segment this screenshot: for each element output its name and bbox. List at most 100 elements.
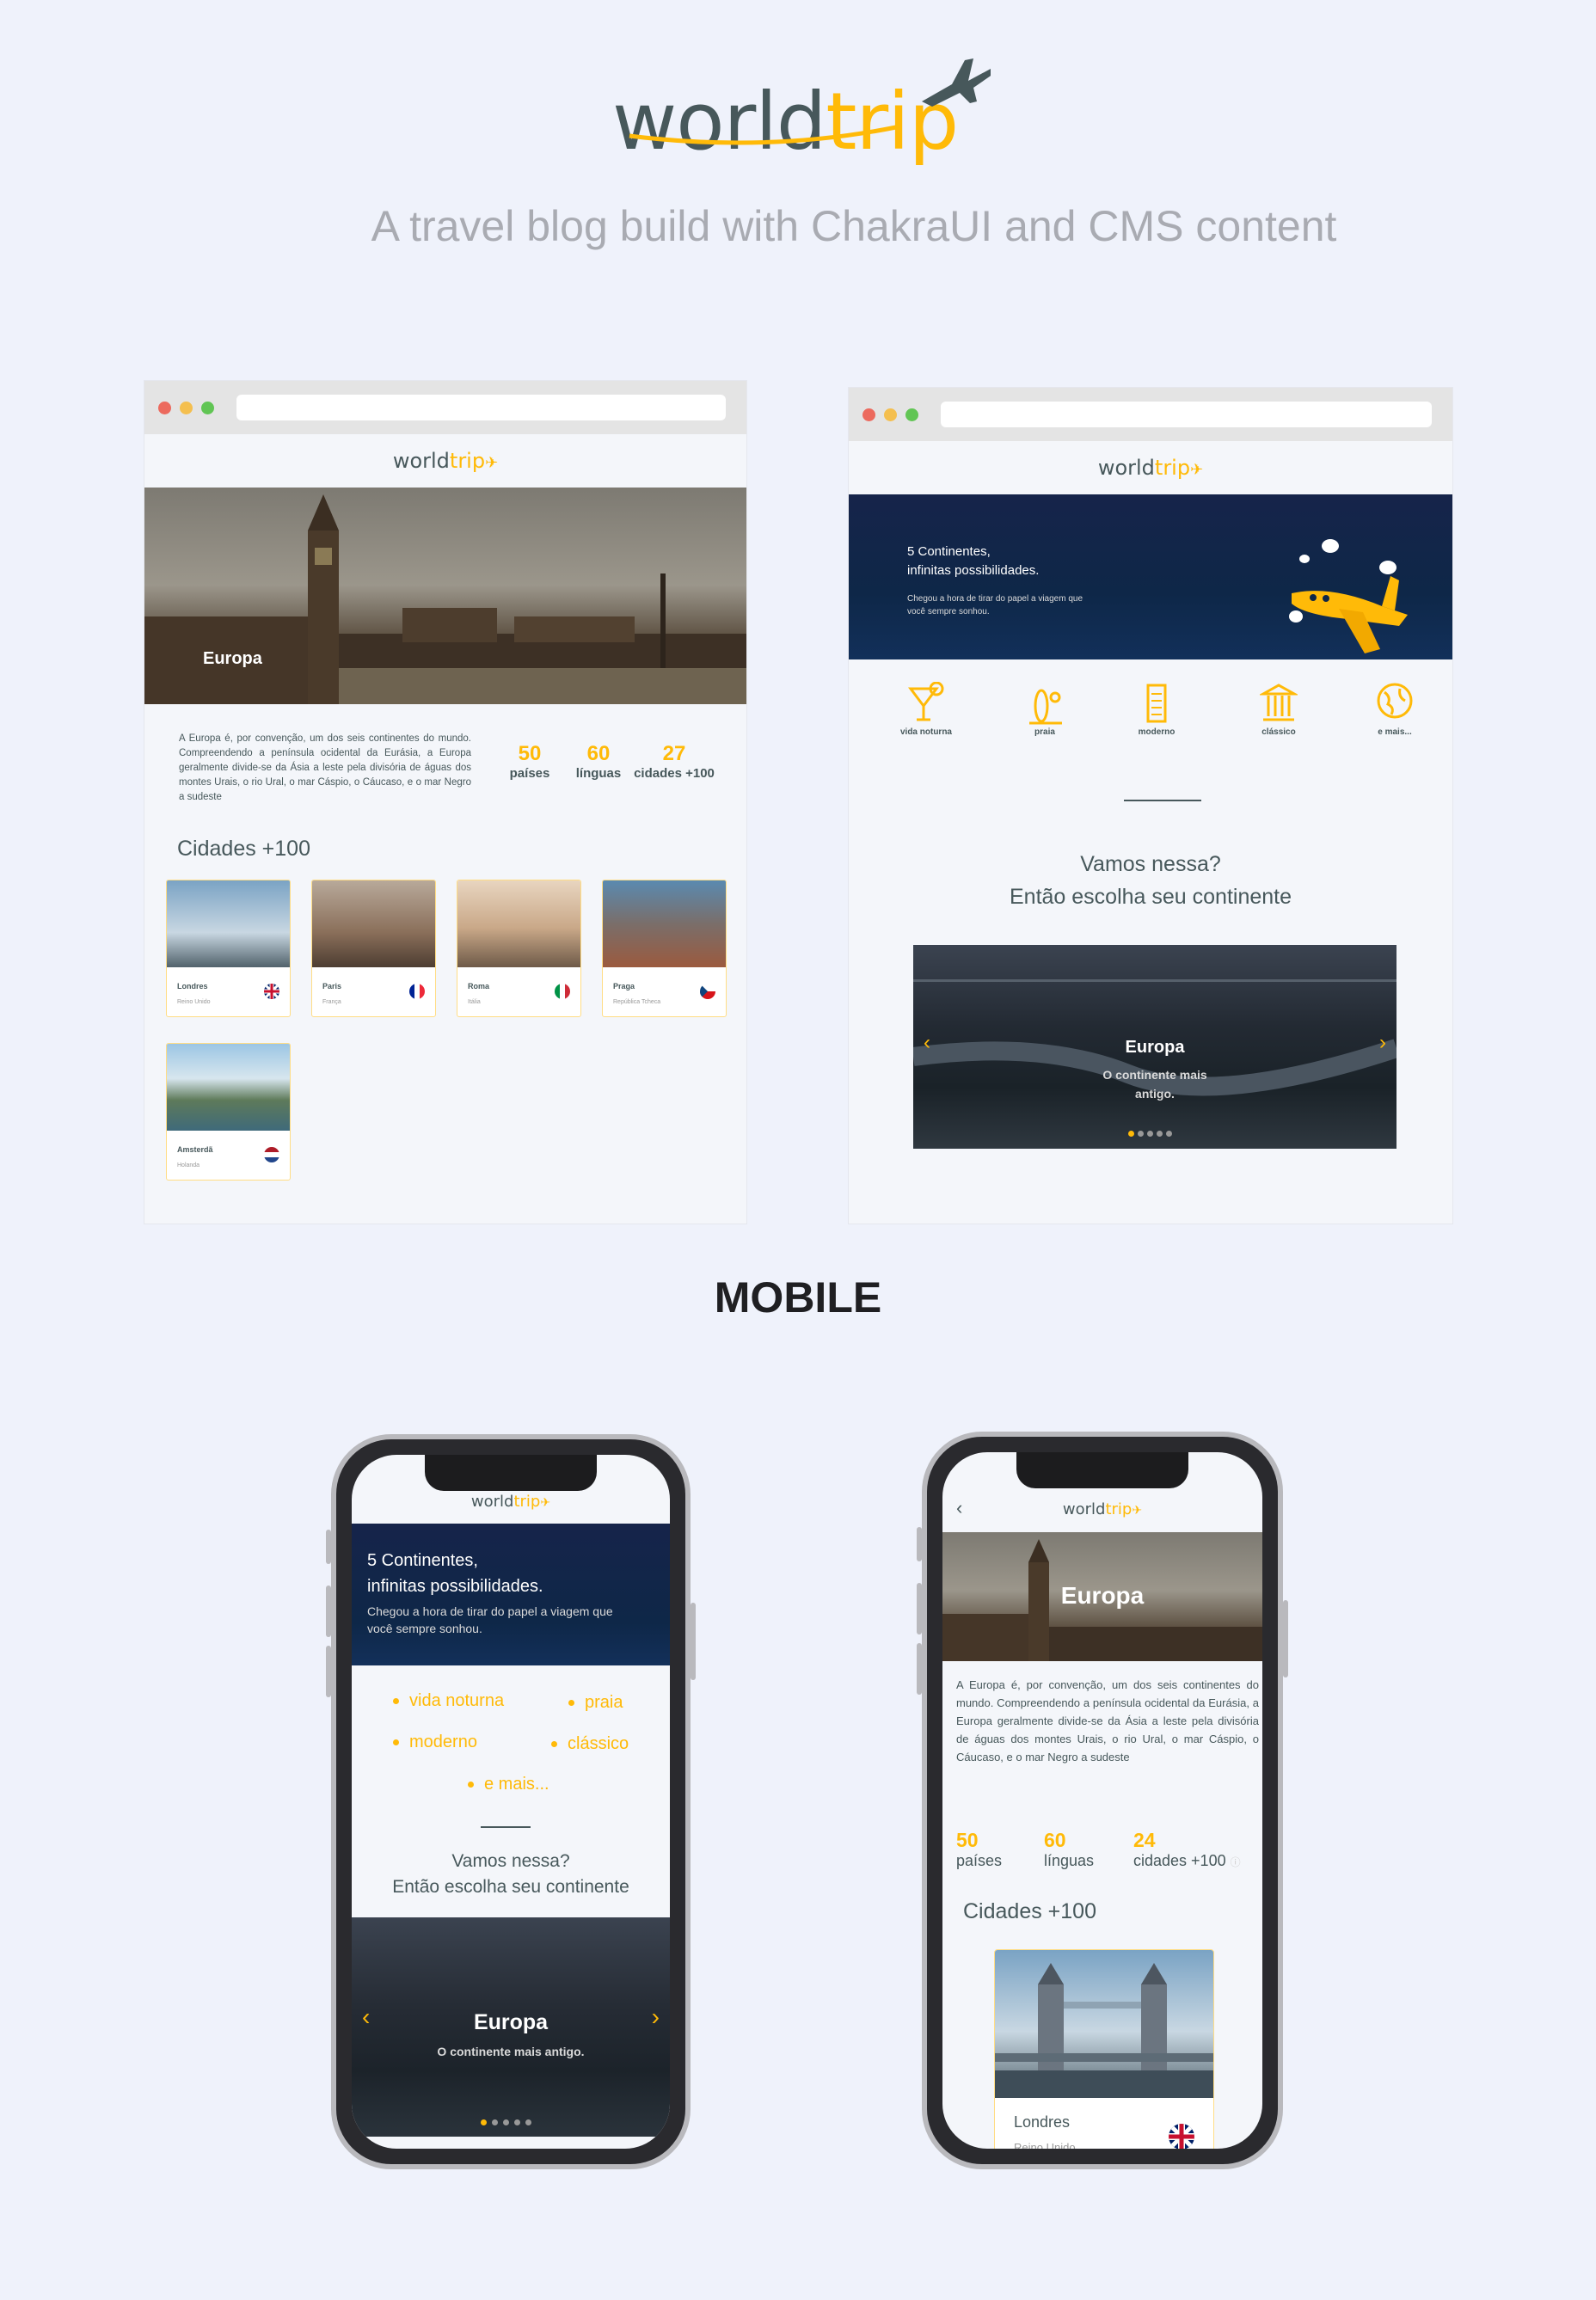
divider (481, 1826, 531, 1828)
city-card-roma[interactable]: Roma Itália (457, 880, 581, 1017)
phone-home: worldtrip✈ 5 Continentes, infinitas poss… (326, 1434, 696, 2169)
slider-pagination (1128, 1131, 1172, 1137)
site-logo[interactable]: worldtrip✈ (849, 441, 1452, 494)
site-logo[interactable]: worldtrip✈ (144, 434, 746, 488)
stat-cities: 24 cidades +100 ⓘ (1133, 1829, 1241, 1869)
slider-pagination (481, 2119, 531, 2125)
city-name: Praga (613, 982, 635, 991)
maximize-dot-icon[interactable] (201, 401, 214, 414)
side-button (326, 1585, 331, 1637)
continent-hero: Europa (942, 1532, 1262, 1661)
city-card-londres[interactable]: Londres Reino Unido (994, 1949, 1214, 2149)
category-modern[interactable]: moderno (1118, 682, 1195, 737)
pagination-dot[interactable] (525, 2119, 531, 2125)
info-icon[interactable]: ⓘ (1231, 1856, 1241, 1868)
city-card-paris[interactable]: Paris França (311, 880, 436, 1017)
cta-heading: Vamos nessa? Então escolha seu continent… (1009, 852, 1292, 909)
museum-icon (1258, 684, 1299, 721)
city-image (167, 1044, 290, 1131)
tower-bridge-illustration (995, 1963, 1213, 2098)
phone-screen: ‹ worldtrip✈ Europa A Europa é, por conv… (942, 1452, 1262, 2149)
hero-title: Europa (203, 649, 262, 668)
phone-continent: ‹ worldtrip✈ Europa A Europa é, por conv… (917, 1432, 1288, 2169)
pagination-dot[interactable] (503, 2119, 509, 2125)
category-more[interactable]: e mais... (1356, 682, 1433, 737)
city-country: Holanda (177, 1162, 200, 1168)
airplane-icon: ✈ (1190, 461, 1204, 479)
worldtrip-logo: worldtrip (612, 50, 991, 168)
pagination-dot[interactable] (1138, 1131, 1144, 1137)
category-classic[interactable]: clássico (1240, 682, 1317, 737)
uk-flag-icon (264, 984, 279, 999)
city-card-londres[interactable]: Londres Reino Unido (166, 880, 291, 1017)
surfboard-icon (1029, 689, 1062, 725)
category-nightlife[interactable]: vida noturna (887, 681, 965, 737)
minimize-dot-icon[interactable] (180, 401, 193, 414)
city-image (603, 880, 726, 967)
globe-icon (1377, 683, 1413, 719)
city-card-praga[interactable]: Praga República Tcheca (602, 880, 727, 1017)
category-beach[interactable]: praia (568, 1693, 623, 1713)
city-country: Itália (468, 999, 481, 1005)
address-bar[interactable] (236, 395, 726, 420)
continent-slider[interactable]: ‹ › Europa O continente mais antigo. (352, 1917, 670, 2137)
browser-toolbar (144, 381, 746, 434)
minimize-dot-icon[interactable] (884, 408, 897, 421)
city-country: França (322, 999, 341, 1005)
category-beach[interactable]: praia (1006, 682, 1083, 737)
side-button (917, 1527, 922, 1561)
site-logo[interactable]: worldtrip✈ (352, 1493, 670, 1511)
airplane-icon: ✈ (540, 1496, 551, 1510)
divider (1124, 800, 1201, 801)
pagination-dot[interactable] (492, 2119, 498, 2125)
airplane-icon (629, 58, 991, 145)
building-icon (1146, 684, 1167, 723)
city-name: Amsterdã (177, 1145, 213, 1154)
close-dot-icon[interactable] (158, 401, 171, 414)
airplane-icon: ✈ (485, 454, 499, 472)
home-banner: 5 Continentes, infinitas possibilidades.… (352, 1524, 670, 1665)
address-bar[interactable] (941, 402, 1432, 427)
pagination-dot[interactable] (481, 2119, 487, 2125)
france-flag-icon (409, 984, 425, 999)
tagline: A travel blog build with ChakraUI and CM… (371, 202, 1337, 250)
continent-slider[interactable]: ‹ › Europa O continente mais antigo. (913, 945, 1396, 1149)
continent-description: A Europa é, por convenção, um dos seis c… (179, 733, 471, 802)
category-more[interactable]: e mais... (468, 1775, 549, 1794)
phone-screen: worldtrip✈ 5 Continentes, infinitas poss… (352, 1455, 670, 2149)
pagination-dot[interactable] (1157, 1131, 1163, 1137)
airplane-icon: ✈ (1132, 1504, 1143, 1518)
stat-countries: 50 países (509, 742, 550, 781)
hero-title: Europa (1060, 1582, 1145, 1609)
cocktail-icon (908, 681, 944, 721)
site-logo[interactable]: worldtrip✈ (942, 1500, 1262, 1518)
city-card-amsterda[interactable]: Amsterdã Holanda (166, 1043, 291, 1181)
pagination-dot[interactable] (1128, 1131, 1134, 1137)
category-classic[interactable]: clássico (551, 1734, 629, 1754)
pagination-dot[interactable] (514, 2119, 520, 2125)
phone-notch (1016, 1452, 1188, 1488)
phone-notch (425, 1455, 597, 1491)
stat-countries: 50 países (956, 1829, 1003, 1869)
side-button (917, 1583, 922, 1635)
banner-title: 5 Continentes, infinitas possibilidades. (367, 1551, 543, 1596)
close-dot-icon[interactable] (862, 408, 875, 421)
pagination-dot[interactable] (1147, 1131, 1153, 1137)
cities-title: Cidades +100 (963, 1899, 1096, 1923)
city-image (457, 880, 580, 967)
city-image (167, 880, 290, 967)
banner-title: 5 Continentes, infinitas possibilidades. (907, 544, 1040, 578)
cta-heading: Vamos nessa? Então escolha seu continent… (392, 1851, 629, 1897)
italy-flag-icon (555, 984, 570, 999)
desktop-home-browser: worldtrip✈ 5 Continentes, infinitas poss… (849, 388, 1452, 1224)
pagination-dot[interactable] (1166, 1131, 1172, 1137)
slide-subtitle: O continente mais antigo. (437, 2045, 585, 2058)
netherlands-flag-icon (264, 1147, 279, 1162)
continent-description: A Europa é, por convenção, um dos seis c… (956, 1678, 1259, 1763)
category-nightlife[interactable]: vida noturna (393, 1691, 504, 1711)
city-image (995, 1950, 1213, 2098)
city-name: Londres (177, 982, 208, 991)
maximize-dot-icon[interactable] (905, 408, 918, 421)
slide-subtitle: O continente mais antigo. (1102, 1068, 1207, 1101)
category-modern[interactable]: moderno (393, 1733, 477, 1752)
